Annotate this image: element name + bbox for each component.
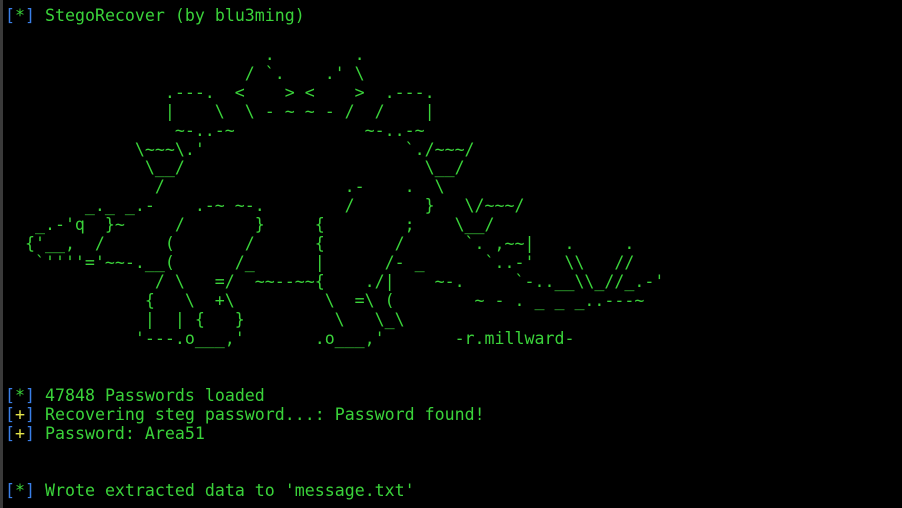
header-title: StegoRecover (by blu3ming) bbox=[45, 6, 305, 25]
bracket-open: [ bbox=[5, 481, 15, 500]
ascii-line: / \ =/ ~~--~~{ ./| ~-. `-..__\\_//_.-' bbox=[5, 271, 665, 291]
status-marker: + bbox=[15, 424, 25, 443]
output-text: Wrote extracted data to 'message.txt' bbox=[45, 481, 415, 500]
output-line: [*] 47848 Passwords loaded bbox=[5, 386, 265, 405]
bracket-open: [ bbox=[5, 405, 15, 424]
ascii-line: / `. .' \ bbox=[5, 63, 365, 83]
ascii-line: { \ +\ \ =\ ( ~ - . _ _ _..---~ bbox=[5, 290, 645, 310]
ascii-line: .---. < > < > .---. bbox=[5, 82, 435, 102]
ascii-line: ~-..-~ ~-..-~ bbox=[5, 120, 425, 140]
output-line: [+] Recovering steg password...: Passwor… bbox=[5, 405, 485, 424]
status-marker: * bbox=[15, 386, 25, 405]
bracket-close: ] bbox=[25, 386, 35, 405]
bracket-open: [ bbox=[5, 6, 15, 25]
status-marker: * bbox=[15, 481, 25, 500]
ascii-line: | \ \ - ~ ~ - / / | bbox=[5, 101, 435, 121]
ascii-line: \~~~\.' `./~~~/ bbox=[5, 139, 475, 159]
output-line: [+] Password: Area51 bbox=[5, 424, 205, 443]
bracket-close: ] bbox=[25, 424, 35, 443]
output-text: Recovering steg password...: Password fo… bbox=[45, 405, 485, 424]
header-marker: * bbox=[15, 6, 25, 25]
bracket-open: [ bbox=[5, 424, 15, 443]
bracket-close: ] bbox=[25, 481, 35, 500]
header-line: [*] StegoRecover (by blu3ming) bbox=[5, 6, 305, 25]
terminal-window[interactable]: [*] StegoRecover (by blu3ming) . . / `. … bbox=[0, 0, 902, 508]
ascii-line: `''''='~~-.__( /_ | /- _ `..-' \\ // bbox=[5, 252, 635, 272]
ascii-line: | | { } \ \_\ bbox=[5, 309, 405, 329]
output-line: [*] Wrote extracted data to 'message.txt… bbox=[5, 481, 415, 500]
ascii-line: / .- . \ bbox=[5, 177, 445, 197]
ascii-art-stegosaurus: . . / `. .' \ .---. < > < > .---. | \ \ … bbox=[5, 45, 665, 349]
bracket-close: ] bbox=[25, 6, 35, 25]
status-marker: + bbox=[15, 405, 25, 424]
output-text: Password: Area51 bbox=[45, 424, 205, 443]
ascii-line: \__/ \__/ bbox=[5, 158, 465, 178]
terminal-left-border bbox=[0, 0, 3, 508]
bracket-close: ] bbox=[25, 405, 35, 424]
output-text: 47848 Passwords loaded bbox=[45, 386, 265, 405]
ascii-line: _._ _.- .-~ ~-. / } \/~~~/ bbox=[5, 196, 525, 216]
ascii-line: . . bbox=[5, 45, 365, 64]
ascii-line: {'__, / ( / { / `. ,~~| . . bbox=[5, 234, 635, 254]
ascii-line: _.-'q }~ / } { ; \__/ bbox=[5, 215, 495, 235]
bracket-open: [ bbox=[5, 386, 15, 405]
ascii-line: '---.o___,' .o___,' -r.millward- bbox=[5, 328, 575, 348]
